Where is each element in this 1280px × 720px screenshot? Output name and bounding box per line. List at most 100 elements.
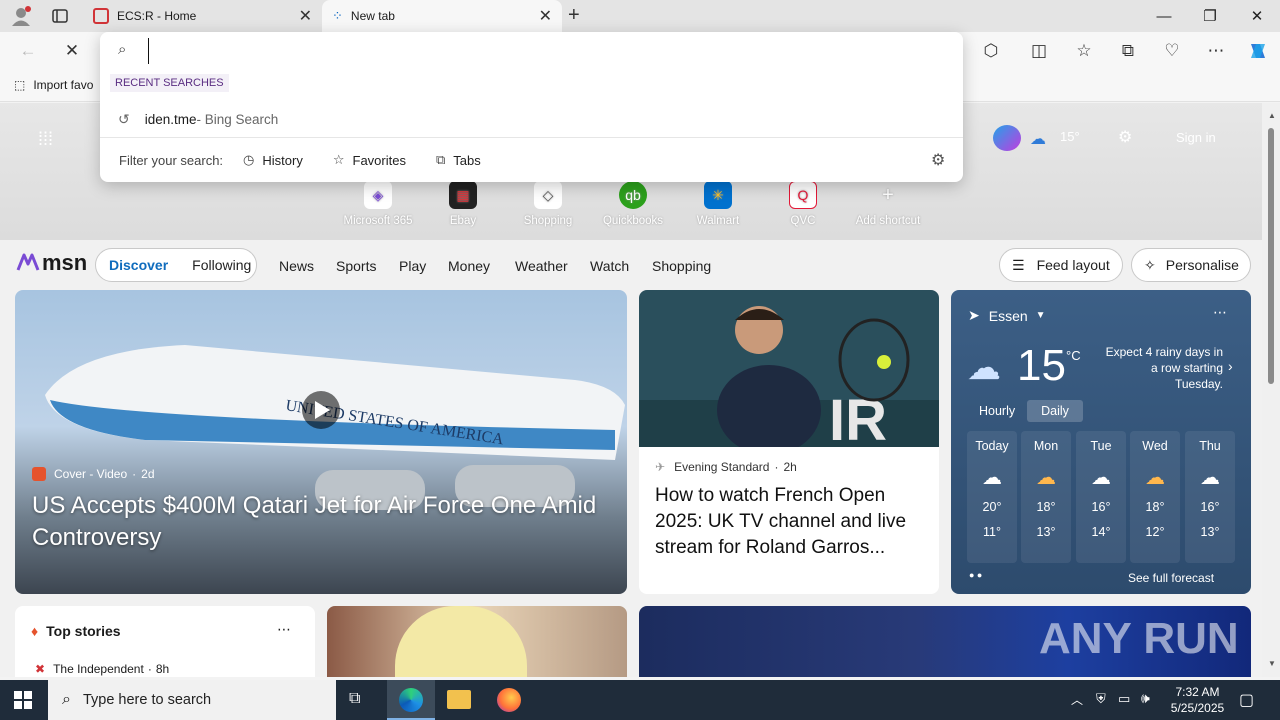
address-bar-input[interactable] [148,38,938,64]
minimize-button[interactable]: — [1141,0,1187,32]
tennis-story-headline[interactable]: How to watch French Open 2025: UK TV cha… [655,483,930,561]
pager-dots[interactable]: ● ● [969,570,982,580]
daily-tab[interactable]: Daily [1027,400,1083,422]
shortcut-shopping[interactable]: ◇ Shopping [509,181,587,227]
fire-icon: ♦ [31,623,39,639]
import-favorites-link[interactable]: ⬚ Import favo [14,78,93,92]
copilot-icon[interactable] [1242,35,1274,67]
settings-gear-icon[interactable]: ⚙ [931,150,945,170]
clock[interactable]: 7:32 AM 5/25/2025 [1165,684,1230,716]
tab-actions-icon[interactable] [52,8,68,24]
feed-layout-button[interactable]: ☰ Feed layout [999,248,1123,282]
forecast-day[interactable]: Mon ☁ 18° 13° [1021,431,1071,563]
firefox-icon[interactable] [497,688,521,712]
hero-weather-temp[interactable]: 15° [1060,129,1080,144]
chevron-right-icon[interactable]: › [1228,358,1233,374]
nav-watch[interactable]: Watch [590,258,629,274]
nav-news[interactable]: News [279,258,314,274]
shortcut-add[interactable]: + Add shortcut [849,181,927,228]
shortcut-qvc[interactable]: Q QVC [764,181,842,227]
forecast-day[interactable]: Today ☁ 20° 11° [967,431,1017,563]
vertical-scrollbar[interactable]: ▲ ▼ [1262,103,1280,677]
recent-query-source: - Bing Search [196,111,279,127]
forecast-day[interactable]: Tue ☁ 16° 14° [1076,431,1126,563]
stop-loading-icon[interactable]: ✕ [56,35,88,67]
shortcut-quickbooks[interactable]: qb Quickbooks [594,181,672,227]
see-full-forecast-link[interactable]: See full forecast [1128,571,1214,585]
forecast-day[interactable]: Thu ☁ 16° 13° [1185,431,1235,563]
top-story-meta[interactable]: ✖ The Independent · 8h [35,662,169,676]
more-options-icon[interactable]: ⋯ [1213,304,1227,321]
anyrun-watermark: ANY RUN [1039,614,1239,663]
app-launcher-icon[interactable]: ⁞⁞⁞ [38,129,53,150]
restore-button[interactable]: ❐ [1187,0,1233,32]
shortcut-label: QVC [790,215,816,227]
file-explorer-icon[interactable] [447,690,471,709]
tab-discover[interactable]: Discover [109,257,168,273]
collections-icon[interactable]: ⧉ [1112,35,1144,67]
hero-story-headline[interactable]: US Accepts $400M Qatari Jet for Air Forc… [32,490,617,554]
volume-icon[interactable]: 🕪 [1141,690,1150,707]
story-age: 2d [141,467,155,481]
network-icon[interactable]: ▭ [1118,691,1130,707]
scroll-thumb[interactable] [1268,128,1274,384]
settings-gear-icon[interactable]: ⚙ [1118,127,1132,147]
shortcut-ebay[interactable]: ▦ Ebay [424,181,502,227]
filter-favorites[interactable]: ☆ Favorites [333,152,406,168]
weather-cloud-icon[interactable]: ☁ [1030,129,1046,149]
weather-summary: Expect 4 rainy days in a row starting Tu… [1105,345,1223,391]
sign-in-link[interactable]: Sign in [1176,130,1216,145]
portrait-story-card[interactable] [327,606,627,677]
show-hidden-icons-chevron-icon[interactable]: ︿ [1071,691,1083,708]
msn-logo[interactable]: msn [16,250,87,276]
profile-icon[interactable] [10,6,32,26]
taskbar-search-box[interactable]: ⌕ Type here to search [48,680,336,720]
tabs-icon: ⧉ [435,152,446,167]
new-tab-plus-icon[interactable]: + [568,4,580,27]
tab-new-tab[interactable]: ⁘ New tab ✕ [322,0,562,32]
recent-search-item[interactable]: ↺ iden.tme - Bing Search [100,104,963,134]
forecast-day[interactable]: Wed ☁ 18° 12° [1130,431,1180,563]
weather-location[interactable]: ➤ Essen ▼ [968,307,1046,324]
weather-card[interactable]: ➤ Essen ▼ ⋯ ☁ 15 °C Expect 4 rainy days … [951,290,1251,594]
close-tab-icon[interactable]: ✕ [539,6,552,26]
split-screen-icon[interactable]: ◫ [1023,35,1055,67]
tennis-story-card[interactable]: IR ✈ Evening Standard · 2h How to watch … [639,290,939,594]
personalise-button[interactable]: ✧ Personalise [1131,248,1251,282]
more-menu-icon[interactable]: ⋯ [1200,35,1232,67]
extensions-icon[interactable]: ⬡ [975,35,1007,67]
favorites-star-icon[interactable]: ☆ [1068,35,1100,67]
browser-essentials-icon[interactable]: ♡ [1156,35,1188,67]
nav-shopping[interactable]: Shopping [652,258,711,274]
nav-play[interactable]: Play [399,258,426,274]
tab-ecsr-home[interactable]: ECS:R - Home ✕ [83,0,322,32]
nav-weather[interactable]: Weather [515,258,568,274]
filter-history[interactable]: ◷ History [243,152,303,168]
security-icon[interactable]: ⛨ [1096,691,1106,707]
taskbar-edge-button[interactable] [387,680,435,720]
filter-tabs[interactable]: ⧉ Tabs [436,152,481,168]
scroll-up-arrow-icon[interactable]: ▲ [1268,111,1276,120]
flags-story-card[interactable]: ANY RUN [639,606,1251,677]
shortcut-microsoft-365[interactable]: ◈ Microsoft 365 [339,181,417,227]
windows-start-icon[interactable] [14,691,32,712]
more-options-icon[interactable]: ⋯ [277,621,291,638]
feed-layout-label: Feed layout [1036,257,1110,273]
sun-rain-icon: ☁ [1145,467,1165,489]
shortcut-walmart[interactable]: ✳ Walmart [679,181,757,227]
nav-money[interactable]: Money [448,258,490,274]
back-arrow-icon[interactable]: ← [12,35,44,67]
close-window-button[interactable]: ✕ [1234,0,1280,32]
copilot-rewards-icon[interactable] [993,125,1021,151]
task-view-icon[interactable]: ⧉ [349,690,360,708]
close-tab-icon[interactable]: ✕ [299,6,312,26]
temp-unit[interactable]: °C [1066,348,1081,363]
scroll-down-arrow-icon[interactable]: ▼ [1268,659,1276,668]
divider [100,137,963,138]
nav-sports[interactable]: Sports [336,258,376,274]
recent-query: iden.tme [144,111,197,127]
hero-story-card[interactable]: UNITED STATES OF AMERICA Cover - Video ·… [15,290,627,594]
tab-following[interactable]: Following [192,257,251,273]
notifications-icon[interactable]: ▢ [1239,690,1254,710]
hourly-tab[interactable]: Hourly [967,400,1027,422]
